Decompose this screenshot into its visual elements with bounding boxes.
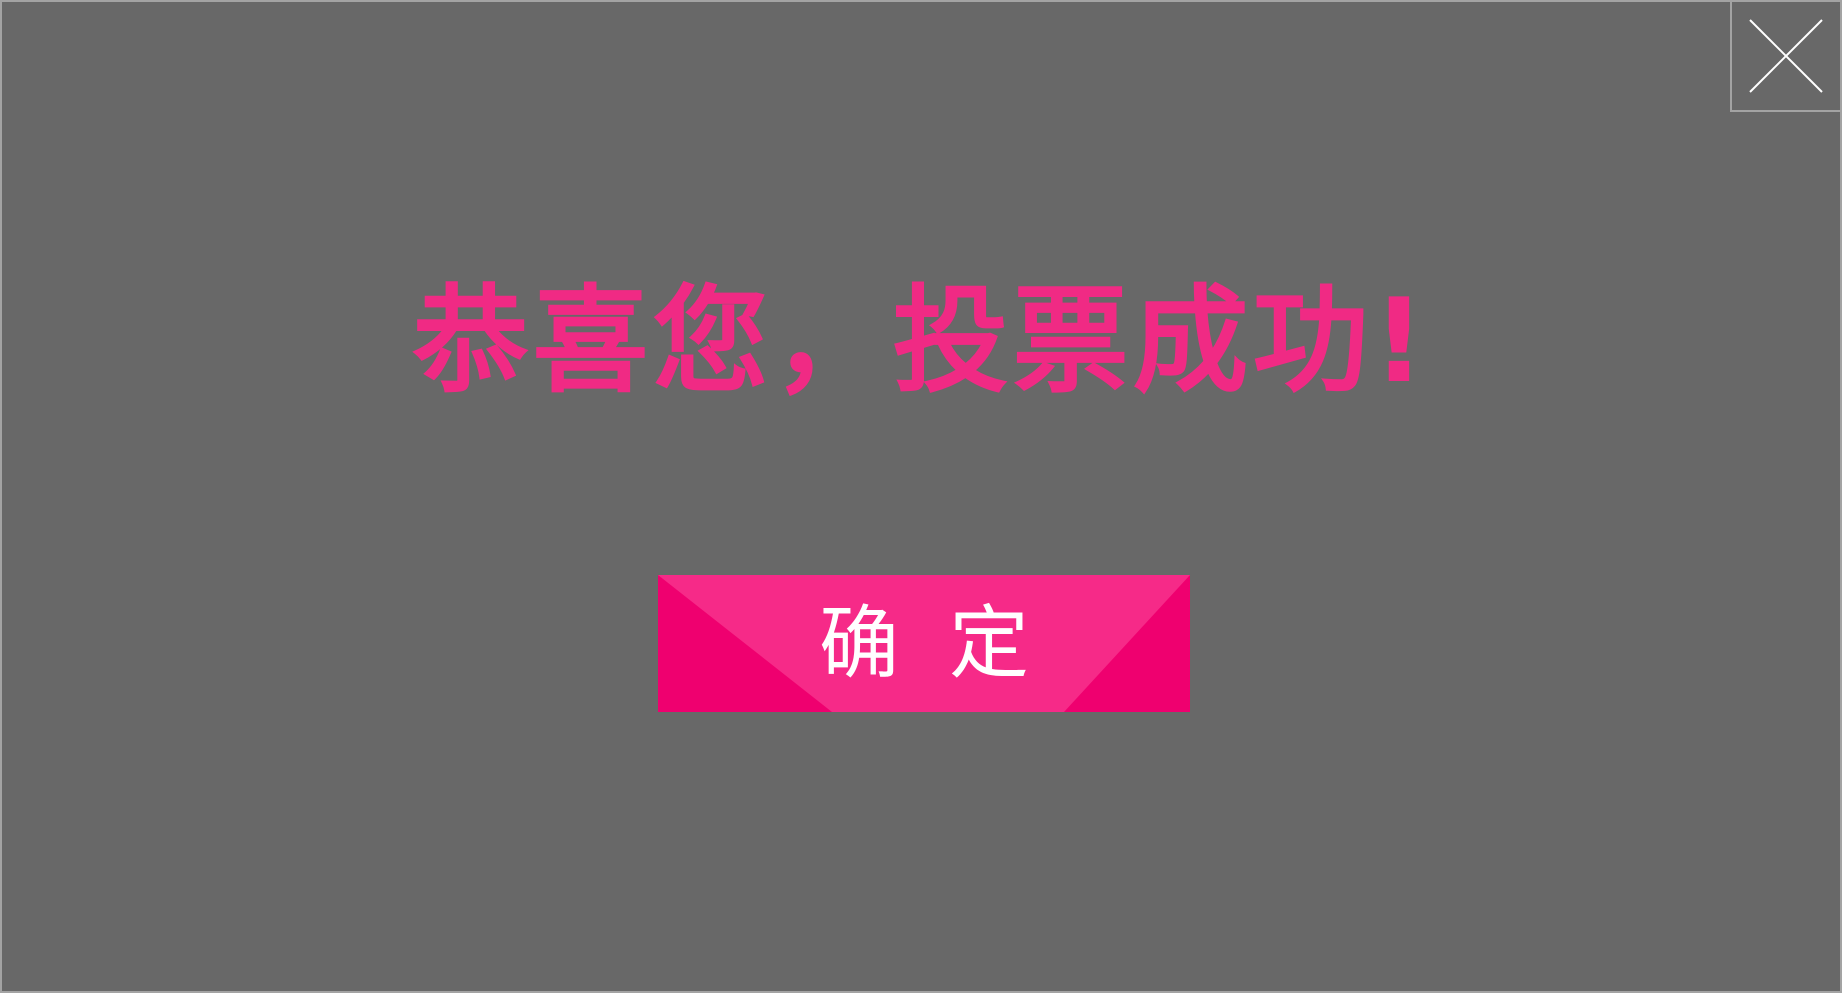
success-message: 恭喜您，投票成功! (412, 274, 1430, 409)
close-icon (1749, 19, 1823, 93)
vote-success-dialog: 恭喜您，投票成功! 确定 (0, 0, 1842, 993)
confirm-button-label: 确定 (819, 597, 1079, 690)
confirm-button[interactable]: 确定 (658, 575, 1190, 712)
close-button[interactable] (1730, 2, 1840, 112)
